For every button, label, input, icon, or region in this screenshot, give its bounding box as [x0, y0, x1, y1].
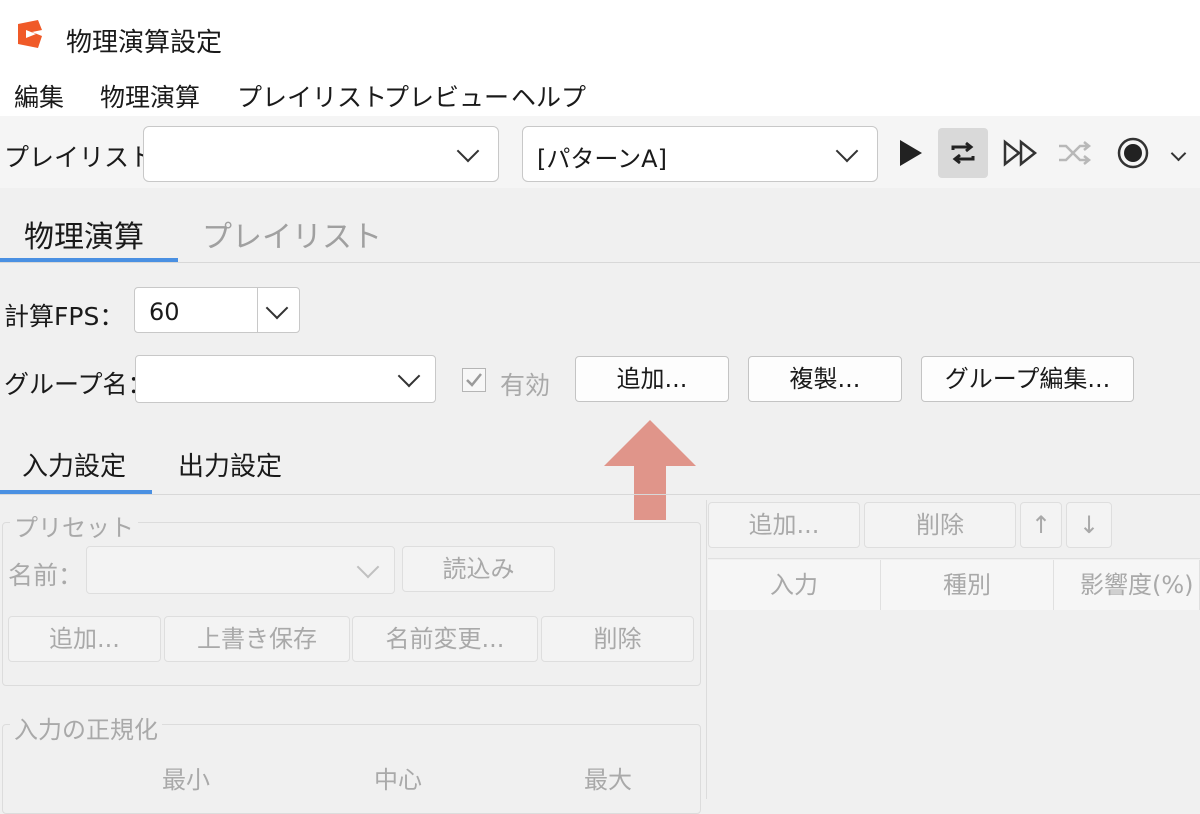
shuffle-button[interactable]	[1050, 128, 1100, 178]
input-add-button[interactable]: 追加...	[708, 502, 860, 548]
repeat-button[interactable]	[938, 128, 988, 178]
chevron-down-icon	[835, 139, 859, 163]
preset-add-button[interactable]: 追加...	[8, 616, 161, 662]
fps-label: 計算FPS：	[4, 302, 125, 331]
fps-combo[interactable]: 60	[134, 287, 300, 333]
chevron-down-icon	[1170, 145, 1186, 161]
normalize-legend: 入力の正規化	[10, 710, 162, 745]
record-button[interactable]	[1108, 128, 1158, 178]
next-icon	[1003, 139, 1038, 167]
repeat-icon	[951, 141, 975, 165]
checkmark-icon	[466, 373, 482, 387]
chevron-down-icon	[397, 364, 421, 388]
normalize-max-label: 最大	[584, 766, 632, 794]
menu-playlist[interactable]: プレイリスト	[237, 78, 387, 114]
enabled-checkbox[interactable]	[462, 368, 486, 392]
next-button[interactable]	[996, 128, 1046, 178]
group-name-combo[interactable]	[135, 355, 436, 403]
duplicate-group-button[interactable]: 複製...	[748, 356, 902, 402]
move-down-button[interactable]: ↓	[1066, 502, 1112, 548]
menu-physics[interactable]: 物理演算	[100, 78, 200, 114]
record-icon	[1117, 137, 1149, 169]
preset-rename-button[interactable]: 名前変更...	[352, 616, 538, 662]
preset-overwrite-button[interactable]: 上書き保存	[164, 616, 350, 662]
up-arrow-annotation-icon	[604, 420, 696, 520]
normalize-min-label: 最小	[162, 766, 210, 794]
combo-divider	[257, 288, 258, 332]
pattern-combo-value: [パターンA]	[537, 145, 667, 173]
menu-help[interactable]: ヘルプ	[511, 78, 586, 114]
preset-name-label: 名前：	[8, 561, 84, 590]
chevron-down-icon	[356, 555, 380, 579]
move-up-button[interactable]: ↑	[1020, 502, 1062, 548]
pattern-combo[interactable]: [パターンA]	[522, 126, 878, 182]
column-header-influence[interactable]: 影響度(%)	[1054, 560, 1200, 610]
tab-playlist[interactable]: プレイリスト	[202, 212, 382, 256]
chevron-down-icon	[456, 139, 480, 163]
play-button[interactable]	[884, 128, 934, 178]
chevron-down-icon	[265, 296, 289, 320]
tab-input-settings[interactable]: 入力設定	[22, 446, 126, 483]
playlist-combo[interactable]	[143, 126, 499, 182]
menu-preview[interactable]: プレビュー	[384, 78, 509, 114]
input-delete-button[interactable]: 削除	[864, 502, 1016, 548]
shuffle-icon	[1059, 141, 1092, 165]
subtab-divider	[0, 494, 1200, 495]
preset-delete-button[interactable]: 削除	[541, 616, 694, 662]
preset-name-combo[interactable]	[86, 546, 395, 594]
toolbar-overflow-button[interactable]	[1160, 128, 1196, 178]
add-group-button[interactable]: 追加...	[575, 356, 729, 402]
window-title: 物理演算設定	[66, 28, 223, 58]
fps-value: 60	[149, 298, 180, 326]
menu-edit[interactable]: 編集	[14, 78, 64, 114]
play-icon	[900, 140, 922, 166]
column-header-type[interactable]: 種別	[881, 560, 1054, 610]
group-name-label: グループ名：	[4, 370, 153, 399]
preset-load-button[interactable]: 読込み	[402, 546, 555, 592]
preset-legend: プリセット	[10, 508, 138, 543]
tab-output-settings[interactable]: 出力設定	[178, 446, 282, 483]
normalize-center-label: 中心	[374, 766, 422, 794]
tab-physics[interactable]: 物理演算	[24, 212, 144, 256]
column-header-input[interactable]: 入力	[708, 560, 881, 610]
app-logo-icon	[18, 20, 42, 48]
panel-divider	[706, 500, 707, 799]
menu-bar: 編集 物理演算 プレイリスト プレビュー ヘルプ	[0, 72, 1200, 116]
enabled-label: 有効	[500, 371, 551, 400]
tab-divider	[0, 262, 1200, 263]
group-edit-button[interactable]: グループ編集...	[921, 356, 1134, 402]
